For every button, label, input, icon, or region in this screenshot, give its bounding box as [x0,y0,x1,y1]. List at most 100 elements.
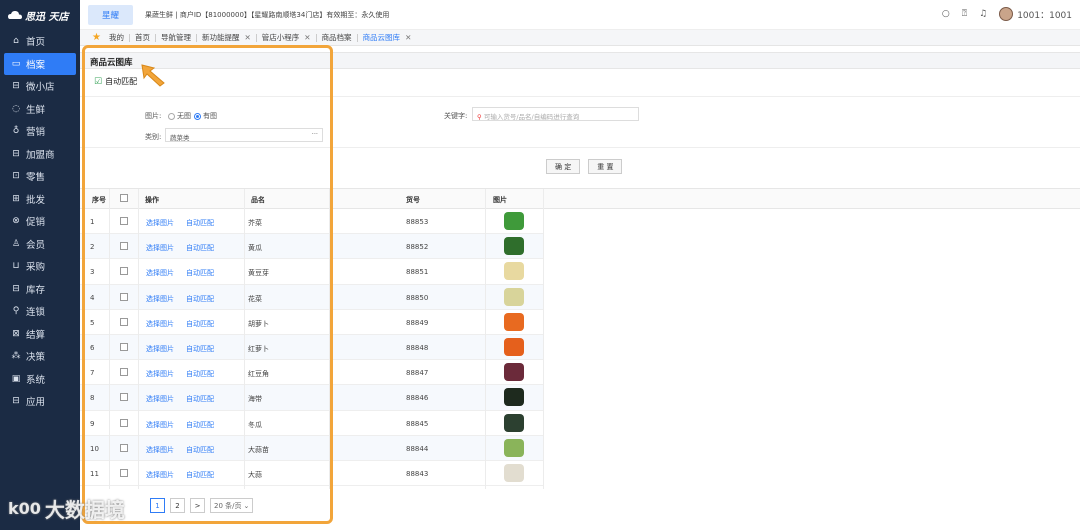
tab-label: 导航管理 [160,33,191,42]
sidebar-item-label: 营销 [26,127,46,139]
watermark-logo: k00 [8,499,41,518]
store-selector[interactable]: 星耀 [88,4,134,25]
tab-2[interactable]: 导航管理 [156,32,196,43]
product-thumbnail[interactable] [504,262,524,281]
sidebar-item-1[interactable]: ▭ 档案 [4,52,76,75]
sidebar-item-14[interactable]: ⁂ 决策 [0,345,80,368]
tab-0[interactable]: 我的 [104,32,129,43]
close-icon[interactable]: ✕ [405,33,411,42]
tab-label: 管店小程序 [261,33,300,42]
leaf-icon: ◌ [12,103,20,114]
promotion-icon: ⊗ [12,216,20,227]
keyword-placeholder: 可输入货号/品名/自编码进行查询 [483,113,580,121]
tab-label: 我的 [108,33,124,42]
item-code: 88852 [406,243,429,252]
product-thumbnail[interactable] [504,388,524,407]
item-code: 88847 [406,369,429,378]
sidebar-item-label: 加盟商 [26,149,55,161]
reset-button[interactable]: 重 置 [588,159,623,174]
sidebar-item-4[interactable]: ♁ 营销 [0,120,80,143]
sidebar-item-10[interactable]: ⊔ 采购 [0,255,80,278]
item-code: 88853 [406,218,429,226]
tab-label: 商品云图库 [362,33,401,42]
keyword-label: 关键字: [444,112,468,120]
sidebar-item-8[interactable]: ⊗ 促销 [0,210,80,233]
sidebar-item-0[interactable]: ⌂ 首页 [0,30,80,53]
search-icon: ⚲ [477,113,482,121]
sidebar-item-label: 系统 [26,374,46,386]
item-code: 88844 [406,444,429,453]
app-logo[interactable]: 思迅 天店 [0,0,80,30]
sidebar-item-label: 档案 [26,59,46,71]
sidebar-item-label: 零售 [26,172,46,184]
product-thumbnail[interactable] [504,363,524,382]
tab-5[interactable]: 商品档案 [317,32,357,43]
sidebar-item-label: 应用 [26,397,46,409]
item-code: 88850 [406,293,429,302]
sidebar-item-label: 促销 [26,217,46,229]
chain-icon: ⚲ [12,306,20,317]
inventory-icon: ⊟ [12,283,20,294]
sidebar-item-label: 会员 [26,239,46,251]
star-icon: ★ [92,32,101,43]
tab-4[interactable]: 管店小程序 ✕ [257,32,316,43]
sidebar-item-label: 批发 [26,194,46,206]
apps-icon: ⊟ [12,396,20,407]
shop-icon: ⊟ [12,81,20,92]
product-thumbnail[interactable] [504,237,524,256]
sidebar-item-label: 采购 [26,262,46,274]
close-icon[interactable]: ✕ [244,33,250,42]
product-thumbnail[interactable] [504,413,524,432]
sidebar-item-3[interactable]: ◌ 生鲜 [0,98,80,121]
tab-1[interactable]: 首页 [130,32,155,43]
sidebar-item-15[interactable]: ▣ 系统 [0,368,80,391]
keyword-input[interactable]: ⚲ 可输入货号/品名/自编码进行查询 [472,107,639,121]
sidebar-item-11[interactable]: ⊟ 库存 [0,278,80,301]
product-thumbnail[interactable] [504,464,524,482]
wholesale-icon: ⊞ [12,193,20,204]
franchise-icon: ⊟ [12,148,20,159]
folder-icon: ▭ [11,58,21,69]
highlight-frame [82,45,333,524]
merchant-info: 果蔬生鲜 | 商户ID【81000000】【星耀路南顺塔34门店】有效期至：永久… [145,10,390,19]
product-thumbnail[interactable] [504,338,524,356]
product-thumbnail[interactable] [504,287,524,306]
sidebar-item-12[interactable]: ⚲ 连锁 [0,300,80,323]
search-icon[interactable]: ○ [942,9,950,19]
sidebar-item-2[interactable]: ⊟ 微小店 [0,75,80,98]
marketing-icon: ♁ [12,126,20,137]
sidebar-item-label: 微小店 [26,82,55,94]
item-code: 88848 [406,344,429,352]
watermark: k00 大数据境 [8,494,125,523]
bell-icon[interactable]: ♫ [979,9,987,19]
tab-3[interactable]: 新功能提醒 ✕ [197,32,256,43]
sidebar: 思迅 天店 ⌂ 首页 ▭ 档案 ⊟ 微小店 ◌ 生鲜 ♁ 营销 ⊟ 加盟商 ⊡ 零售 ⊞ 批发 ⊗ 促销 ♙ 会员 ⊔ 采… [0,0,80,530]
close-icon[interactable]: ✕ [304,33,310,42]
sidebar-item-5[interactable]: ⊟ 加盟商 [0,143,80,166]
tab-label: 首页 [134,33,150,42]
sidebar-item-13[interactable]: ⊠ 结算 [0,323,80,346]
product-thumbnail[interactable] [504,438,524,457]
sidebar-item-label: 连锁 [26,307,46,319]
user-name[interactable]: 1001：1001 [1017,8,1072,21]
sidebar-item-6[interactable]: ⊡ 零售 [0,165,80,188]
member-icon: ♙ [11,238,21,249]
tab-6[interactable]: 商品云图库 ✕ [358,32,417,43]
sidebar-item-9[interactable]: ♙ 会员 [0,233,80,256]
item-code: 88843 [406,470,429,478]
confirm-button[interactable]: 确 定 [546,159,581,174]
home-icon: ⌂ [13,36,19,47]
monitor-icon: ▣ [11,373,21,384]
sidebar-item-16[interactable]: ⊟ 应用 [0,390,80,413]
product-thumbnail[interactable] [504,212,524,230]
tab-label: 新功能提醒 [201,33,240,42]
help-icon[interactable]: ⍰ [962,9,967,19]
item-code: 88851 [406,268,429,277]
col-code: 货号 [406,196,420,204]
product-thumbnail[interactable] [504,312,524,331]
sidebar-item-label: 库存 [26,284,46,296]
avatar[interactable] [999,7,1014,21]
col-image: 图片 [493,196,507,204]
item-code: 88849 [406,318,429,327]
sidebar-item-7[interactable]: ⊞ 批发 [0,188,80,211]
